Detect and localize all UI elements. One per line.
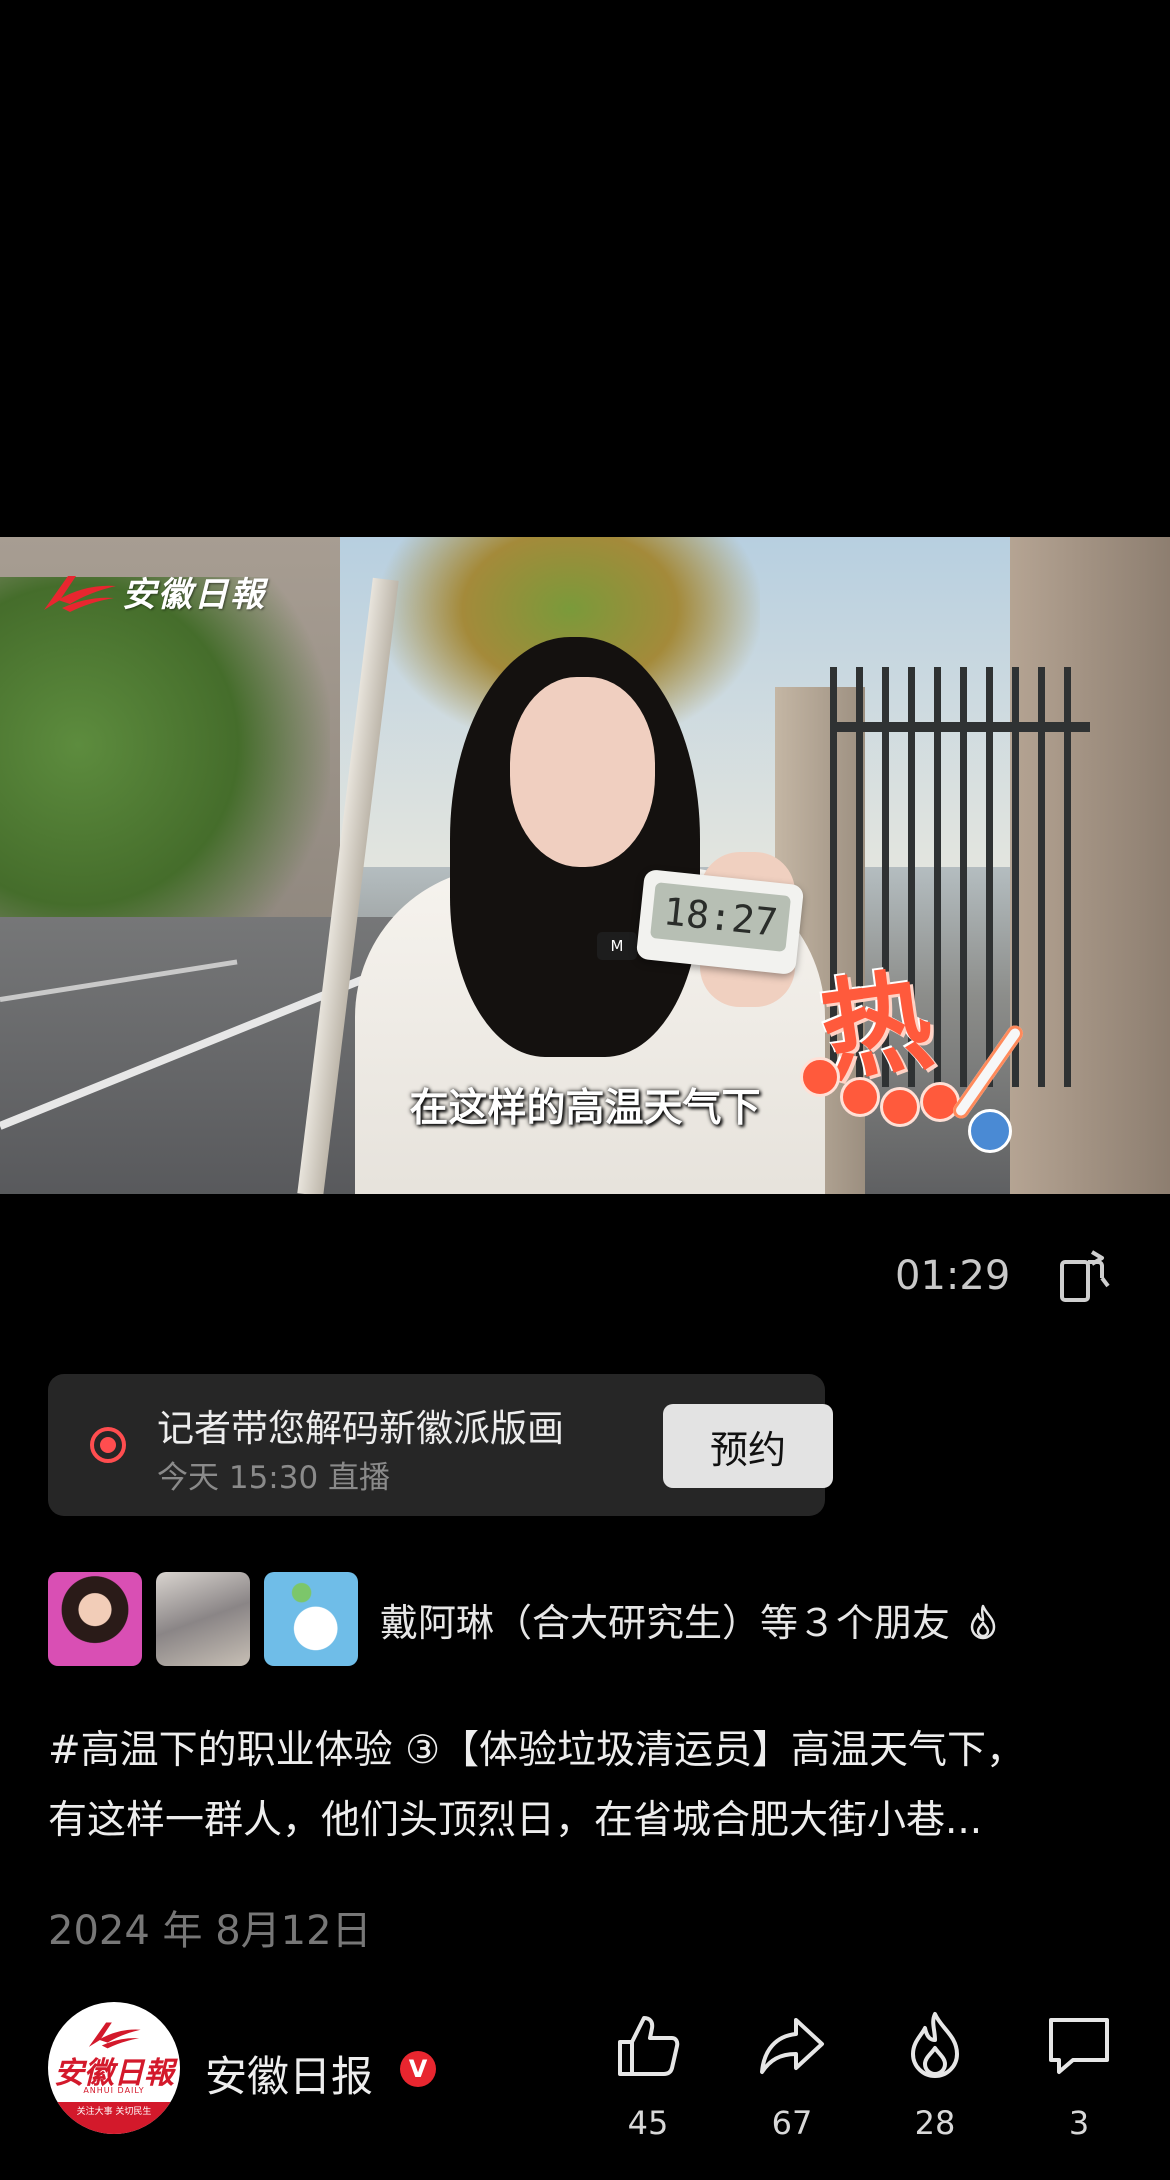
live-record-icon: [90, 1427, 126, 1463]
thumbs-up-icon: [618, 2016, 680, 2076]
friends-liked[interactable]: 戴阿琳（合大研究生）等３个朋友: [380, 1592, 998, 1647]
like-button[interactable]: 45: [593, 2010, 703, 2142]
reserve-button[interactable]: 预约: [663, 1404, 833, 1488]
comment-button[interactable]: 3: [1024, 2010, 1134, 2142]
flame-icon: [911, 2012, 959, 2078]
video-detail-screen: M 18:27 热 安徽日報 在这样的高温天气下 01:29 记者带您解码新徽派…: [0, 0, 1170, 2180]
comment-count: 3: [1068, 2104, 1090, 2142]
anhui-daily-logo-icon: [88, 2022, 141, 2049]
video-player[interactable]: M 18:27 热 安徽日報 在这样的高温天气下: [0, 537, 1170, 1194]
live-time: 今天 15:30 直播: [157, 1460, 391, 1496]
post-description[interactable]: #高温下的职业体验 ③【体验垃圾清运员】高温天气下， 有这样一群人，他们头顶烈日…: [48, 1716, 1128, 1856]
comment-icon: [1049, 2018, 1109, 2074]
verified-badge: V: [400, 2051, 436, 2087]
description-line: 有这样一群人，他们头顶烈日，在省城合肥大街小巷...: [48, 1798, 983, 1843]
live-reservation-card[interactable]: 记者带您解码新徽派版画 今天 15:30 直播 预约: [48, 1374, 833, 1516]
flame-icon: [970, 1604, 996, 1640]
avatar-brand-sub: ANHUI DAILY: [83, 2086, 145, 2095]
live-title: 记者带您解码新徽派版画: [157, 1407, 564, 1450]
like-count: 45: [627, 2104, 669, 2142]
description-line: #高温下的职业体验 ③【体验垃圾清运员】高温天气下，: [48, 1728, 1026, 1773]
video-duration: 01:29: [895, 1253, 1011, 1299]
anhui-daily-logo-icon: [44, 575, 116, 612]
video-person-face: [510, 677, 655, 867]
clock-reading: 18:27: [649, 882, 792, 952]
friend-avatar[interactable]: [156, 1572, 250, 1666]
anhui-daily-watermark: 安徽日報: [40, 567, 266, 616]
hot-count: 28: [914, 2104, 956, 2142]
friend-avatar[interactable]: [264, 1572, 358, 1666]
watermark-text: 安徽日報: [122, 575, 266, 615]
hot-button[interactable]: 28: [880, 2010, 990, 2142]
account-avatar[interactable]: 安徽日報 ANHUI DAILY 关注大事 关切民生: [48, 2002, 180, 2134]
account-name[interactable]: 安徽日报: [205, 2043, 373, 2104]
share-icon: [760, 2018, 824, 2074]
video-subtitle: 在这样的高温天气下: [409, 1086, 761, 1131]
share-count: 67: [771, 2104, 813, 2142]
friends-liked-text: 戴阿琳（合大研究生）等３个朋友: [380, 1601, 951, 1645]
avatar-brand-band: 关注大事 关切民生: [48, 2102, 180, 2134]
friend-avatar[interactable]: [48, 1572, 142, 1666]
post-date: 2024 年 8月12日: [48, 1908, 372, 1954]
microphone: M: [597, 932, 637, 960]
digital-clock: 18:27: [635, 868, 805, 976]
rotate-screen-icon[interactable]: [1058, 1248, 1116, 1306]
share-button[interactable]: 67: [737, 2010, 847, 2142]
